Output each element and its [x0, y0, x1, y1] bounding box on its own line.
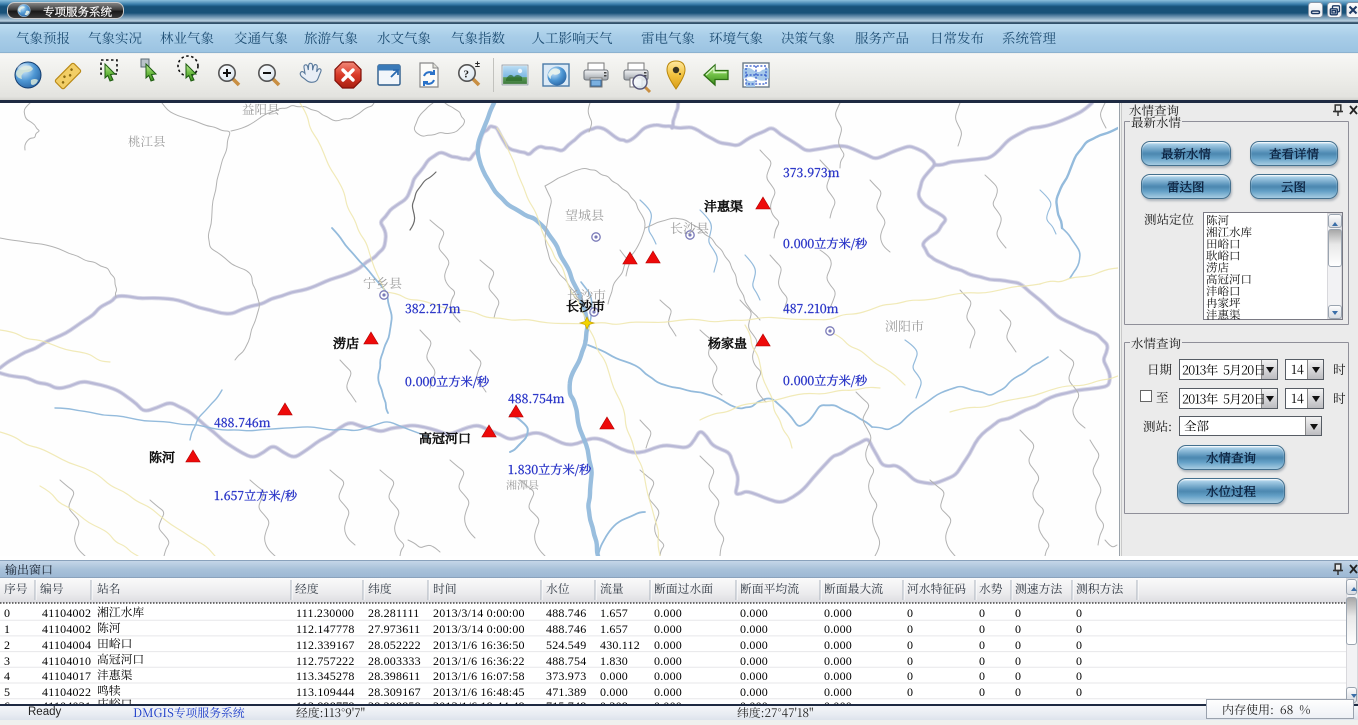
- svg-text:?: ?: [464, 69, 470, 81]
- svg-text:±: ±: [475, 59, 480, 69]
